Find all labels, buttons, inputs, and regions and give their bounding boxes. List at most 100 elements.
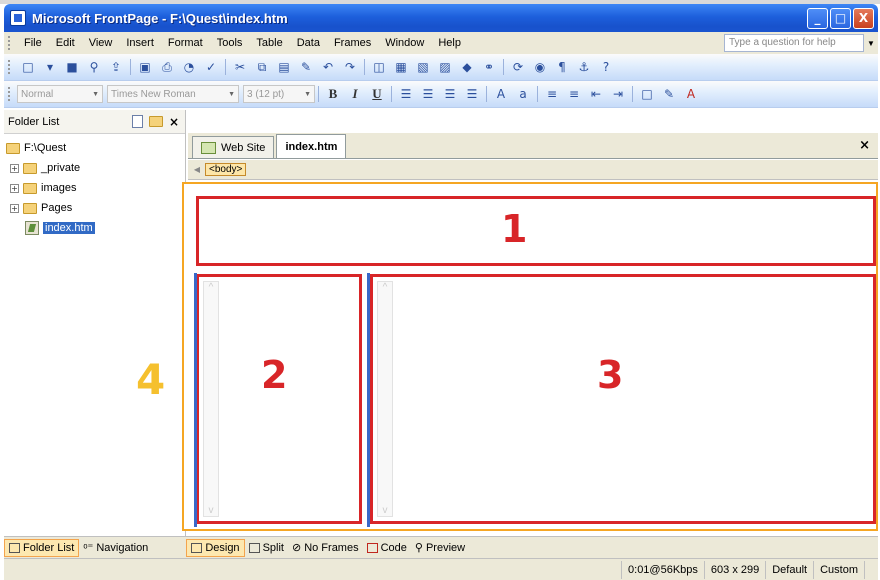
menu-edit[interactable]: Edit xyxy=(49,37,82,49)
increase-font-icon[interactable]: A xyxy=(492,85,510,103)
new-page-icon[interactable]: □ xyxy=(19,58,37,76)
copy-icon[interactable]: ⧉ xyxy=(253,58,271,76)
publish-icon[interactable]: ⇪ xyxy=(107,58,125,76)
toolbar-grip[interactable] xyxy=(8,36,11,50)
tree-item-private[interactable]: + _private xyxy=(6,158,183,178)
increase-indent-icon[interactable]: ⇥ xyxy=(609,85,627,103)
body-tag[interactable]: <body> xyxy=(205,163,247,176)
font-size-select[interactable]: 3 (12 pt) ▼ xyxy=(243,85,315,103)
stop-icon[interactable]: ◉ xyxy=(531,58,549,76)
design-view[interactable]: 1 2 3 xyxy=(182,182,878,531)
tree-root[interactable]: F:\Quest xyxy=(6,138,183,158)
maximize-button[interactable]: □ xyxy=(830,7,851,29)
page-size[interactable]: 603 x 299 xyxy=(703,560,765,579)
menu-file[interactable]: File xyxy=(17,37,49,49)
borders-icon[interactable]: □ xyxy=(638,85,656,103)
underline-icon[interactable]: U xyxy=(368,85,386,103)
close-button[interactable]: X xyxy=(853,7,874,29)
style-select[interactable]: Normal ▼ xyxy=(17,85,103,103)
spelling-icon[interactable]: ✓ xyxy=(202,58,220,76)
menu-view[interactable]: View xyxy=(82,37,120,49)
bullets-icon[interactable]: ≡ xyxy=(565,85,583,103)
vertical-scrollbar[interactable] xyxy=(377,281,393,517)
navigation-toggle[interactable]: ᵒ⁼ Navigation xyxy=(79,539,152,557)
new-page-icon[interactable] xyxy=(131,115,143,128)
align-right-icon[interactable]: ☰ xyxy=(441,85,459,103)
justify-icon[interactable]: ☰ xyxy=(463,85,481,103)
menu-table[interactable]: Table xyxy=(249,37,289,49)
left-frame[interactable]: 2 xyxy=(194,273,362,527)
browser-mode[interactable]: Default xyxy=(765,560,813,579)
menu-help[interactable]: Help xyxy=(431,37,468,49)
tab-web-site[interactable]: Web Site xyxy=(192,136,275,158)
decrease-indent-icon[interactable]: ⇤ xyxy=(587,85,605,103)
highlight-icon[interactable]: ✎ xyxy=(660,85,678,103)
drawing-icon[interactable]: ◆ xyxy=(458,58,476,76)
view-preview[interactable]: ⚲ Preview xyxy=(411,539,469,557)
tree-item-images[interactable]: + images xyxy=(6,178,183,198)
tab-index-htm[interactable]: index.htm xyxy=(276,134,347,158)
web-component-icon[interactable]: ▣ xyxy=(136,58,154,76)
menu-window[interactable]: Window xyxy=(378,37,431,49)
help-dropdown-icon[interactable]: ▼ xyxy=(864,39,878,48)
top-frame[interactable]: 1 xyxy=(196,196,876,266)
show-all-icon[interactable]: ¶ xyxy=(553,58,571,76)
tree-item-pages[interactable]: + Pages xyxy=(6,198,183,218)
open-icon[interactable]: ▾ xyxy=(41,58,59,76)
download-time[interactable]: 0:01@56Kbps xyxy=(621,560,704,579)
expand-icon[interactable]: + xyxy=(10,203,19,213)
menu-frames[interactable]: Frames xyxy=(327,37,378,49)
main-frame[interactable]: 3 xyxy=(367,273,876,527)
bold-icon[interactable]: B xyxy=(324,85,342,103)
font-select[interactable]: Times New Roman ▼ xyxy=(107,85,239,103)
paste-icon[interactable]: ▤ xyxy=(275,58,293,76)
toolbar-grip[interactable] xyxy=(8,87,11,101)
toolbar-grip[interactable] xyxy=(8,60,11,74)
expand-icon[interactable]: + xyxy=(10,163,19,173)
new-folder-icon[interactable] xyxy=(148,116,163,127)
refresh-icon[interactable]: ⟳ xyxy=(509,58,527,76)
align-left-icon[interactable]: ☰ xyxy=(397,85,415,103)
menu-data[interactable]: Data xyxy=(290,37,327,49)
numbering-icon[interactable]: ≡ xyxy=(543,85,561,103)
view-label: No Frames xyxy=(304,541,359,554)
cut-icon[interactable]: ✂ xyxy=(231,58,249,76)
menu-tools[interactable]: Tools xyxy=(210,37,250,49)
layer-icon[interactable]: ◫ xyxy=(370,58,388,76)
print-icon[interactable]: ⎙ xyxy=(158,58,176,76)
vertical-scrollbar[interactable] xyxy=(203,281,219,517)
minimize-button[interactable]: _ xyxy=(807,7,828,29)
insert-layer-icon[interactable]: ▧ xyxy=(414,58,432,76)
folder-list-toggle[interactable]: Folder List xyxy=(4,538,80,557)
close-icon[interactable]: × xyxy=(169,115,179,129)
font-color-icon[interactable]: A xyxy=(682,85,700,103)
format-painter-icon[interactable]: ✎ xyxy=(297,58,315,76)
menu-format[interactable]: Format xyxy=(161,37,210,49)
menu-insert[interactable]: Insert xyxy=(119,37,161,49)
hyperlink-icon[interactable]: ⚭ xyxy=(480,58,498,76)
help-icon[interactable]: ? xyxy=(597,58,615,76)
view-split[interactable]: Split xyxy=(245,539,288,557)
insert-picture-icon[interactable]: ▨ xyxy=(436,58,454,76)
close-icon[interactable]: × xyxy=(859,138,870,153)
help-search-input[interactable]: Type a question for help xyxy=(724,34,864,52)
resize-grip[interactable] xyxy=(864,560,878,579)
preview-icon[interactable]: ◔ xyxy=(180,58,198,76)
expand-icon[interactable]: + xyxy=(10,183,19,193)
view-code[interactable]: Code xyxy=(363,539,411,557)
undo-icon[interactable]: ↶ xyxy=(319,58,337,76)
italic-icon[interactable]: I xyxy=(346,85,364,103)
authoring-mode[interactable]: Custom xyxy=(813,560,864,579)
decrease-font-icon[interactable]: a xyxy=(514,85,532,103)
view-design[interactable]: Design xyxy=(186,538,245,557)
anchor-icon[interactable]: ⚓ xyxy=(575,58,593,76)
tree-item-index[interactable]: index.htm xyxy=(6,218,183,238)
search-icon[interactable]: ⚲ xyxy=(85,58,103,76)
view-no-frames[interactable]: ⊘ No Frames xyxy=(288,539,363,557)
insert-table-icon[interactable]: ▦ xyxy=(392,58,410,76)
frontpage-app-icon[interactable] xyxy=(10,10,26,26)
save-icon[interactable]: ■ xyxy=(63,58,81,76)
chevron-left-icon[interactable]: ◀ xyxy=(192,163,202,177)
align-center-icon[interactable]: ☰ xyxy=(419,85,437,103)
redo-icon[interactable]: ↷ xyxy=(341,58,359,76)
